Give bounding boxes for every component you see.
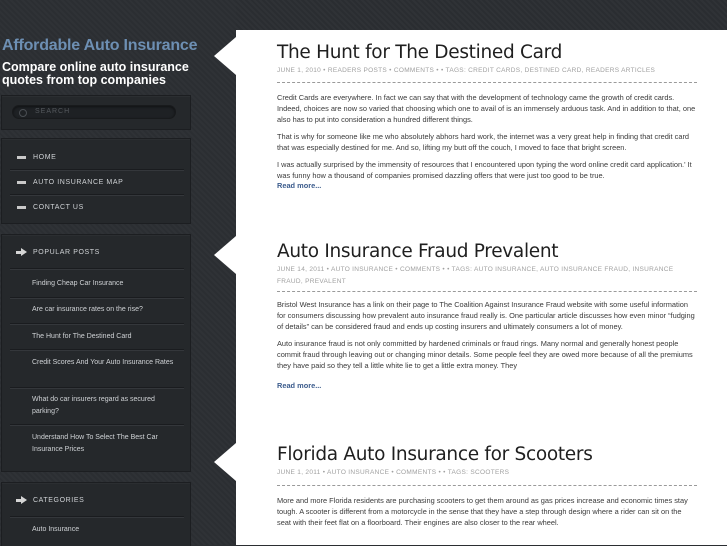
post-category[interactable]: AUTO INSURANCE xyxy=(331,266,393,273)
post-meta: JUNE 1, 2011 • AUTO INSURANCE • COMMENTS… xyxy=(277,469,510,476)
popular-post-link[interactable]: Credit Scores And Your Auto Insurance Ra… xyxy=(32,357,182,369)
post-date: JUNE 1, 2010 xyxy=(277,67,322,74)
post-tags[interactable]: CREDIT CARDS, DESTINED CARD, READERS ART… xyxy=(468,67,655,74)
nav-item-home[interactable]: HOME xyxy=(2,145,190,169)
post-paragraph: Auto insurance fraud is not only committ… xyxy=(277,339,693,370)
divider xyxy=(10,268,184,270)
nav-item-contact-us[interactable]: CONTACT US xyxy=(2,195,190,219)
categories-header: CATEGORIES xyxy=(2,483,190,517)
sidebar: Affordable Auto Insurance Compare online… xyxy=(0,0,236,546)
divider xyxy=(10,424,184,426)
dash-icon xyxy=(17,180,26,184)
notch xyxy=(214,37,236,75)
post-meta: JUNE 1, 2010 • READERS POSTS • COMMENTS … xyxy=(277,67,656,74)
dash-icon xyxy=(17,155,26,159)
post-tags-label: TAGS: xyxy=(447,469,469,476)
post-paragraph: More and more Florida residents are purc… xyxy=(277,496,688,527)
post-title[interactable]: Auto Insurance Fraud Prevalent xyxy=(277,241,697,263)
search-panel xyxy=(1,95,191,130)
post-paragraph: Bristol West Insurance has a link on the… xyxy=(277,300,695,331)
popular-post-link[interactable]: What do car insurers regard as secured p… xyxy=(32,394,182,418)
categories-panel: CATEGORIES Auto Insurance xyxy=(1,482,191,546)
nav-item-label: AUTO INSURANCE MAP xyxy=(33,178,124,186)
post-comments[interactable]: COMMENTS xyxy=(394,67,434,74)
read-more-link[interactable]: Read more... xyxy=(277,381,697,390)
search-icon xyxy=(19,109,27,117)
post-paragraph: That is why for someone like me who abso… xyxy=(277,132,690,152)
categories-heading: CATEGORIES xyxy=(33,496,85,504)
nav-item-label: CONTACT US xyxy=(33,203,84,211)
popular-posts-panel: POPULAR POSTS Finding Cheap Car Insuranc… xyxy=(1,234,191,472)
dash-icon xyxy=(17,205,26,209)
post: Florida Auto Insurance for Scooters JUNE… xyxy=(277,444,697,534)
divider xyxy=(10,349,184,351)
nav-item-label: HOME xyxy=(33,153,57,161)
post-comments[interactable]: COMMENTS xyxy=(396,469,436,476)
post-title[interactable]: The Hunt for The Destined Card xyxy=(277,42,697,64)
post: The Hunt for The Destined Card JUNE 1, 2… xyxy=(277,42,697,190)
popular-post-link[interactable]: Finding Cheap Car Insurance xyxy=(32,278,182,290)
divider xyxy=(10,387,184,389)
post-title[interactable]: Florida Auto Insurance for Scooters xyxy=(277,444,697,466)
divider xyxy=(10,323,184,325)
divider xyxy=(10,297,184,299)
popular-posts-heading: POPULAR POSTS xyxy=(33,248,100,256)
divider xyxy=(10,516,184,518)
main-nav: HOME AUTO INSURANCE MAP CONTACT US xyxy=(1,138,191,224)
divider xyxy=(277,485,697,486)
popular-post-link[interactable]: The Hunt for The Destined Card xyxy=(32,331,182,343)
post-paragraph: Credit Cards are everywhere. In fact we … xyxy=(277,93,696,124)
arrow-right-icon xyxy=(16,496,27,504)
popular-post-link[interactable]: Understand How To Select The Best Car In… xyxy=(32,432,182,456)
post-tags-label: TAGS: xyxy=(451,266,473,273)
post-date: JUNE 14, 2011 xyxy=(277,266,325,273)
popular-post-link[interactable]: Are car insurance rates on the rise? xyxy=(32,304,182,316)
post-category[interactable]: AUTO INSURANCE xyxy=(327,469,389,476)
divider xyxy=(277,82,697,83)
nav-item-auto-insurance-map[interactable]: AUTO INSURANCE MAP xyxy=(2,170,190,194)
read-more-link[interactable]: Read more... xyxy=(277,181,697,190)
post-tags[interactable]: SCOOTERS xyxy=(470,469,509,476)
post: Auto Insurance Fraud Prevalent JUNE 14, … xyxy=(277,241,697,390)
post-paragraph: I was actually surprised by the immensit… xyxy=(277,160,692,180)
category-link[interactable]: Auto Insurance xyxy=(32,524,182,536)
popular-posts-header: POPULAR POSTS xyxy=(2,235,190,269)
post-meta: JUNE 14, 2011 • AUTO INSURANCE • COMMENT… xyxy=(277,266,674,285)
divider xyxy=(277,291,697,292)
arrow-right-icon xyxy=(16,248,27,256)
notch xyxy=(214,443,236,481)
post-tags-label: TAGS: xyxy=(445,67,467,74)
search-input[interactable] xyxy=(12,105,176,119)
site-title[interactable]: Affordable Auto Insurance xyxy=(2,37,198,55)
notch xyxy=(214,236,236,274)
post-category[interactable]: READERS POSTS xyxy=(328,67,387,74)
site-tagline: Compare online auto insurance quotes fro… xyxy=(2,60,189,87)
post-date: JUNE 1, 2011 xyxy=(277,469,321,476)
post-comments[interactable]: COMMENTS xyxy=(400,266,440,273)
